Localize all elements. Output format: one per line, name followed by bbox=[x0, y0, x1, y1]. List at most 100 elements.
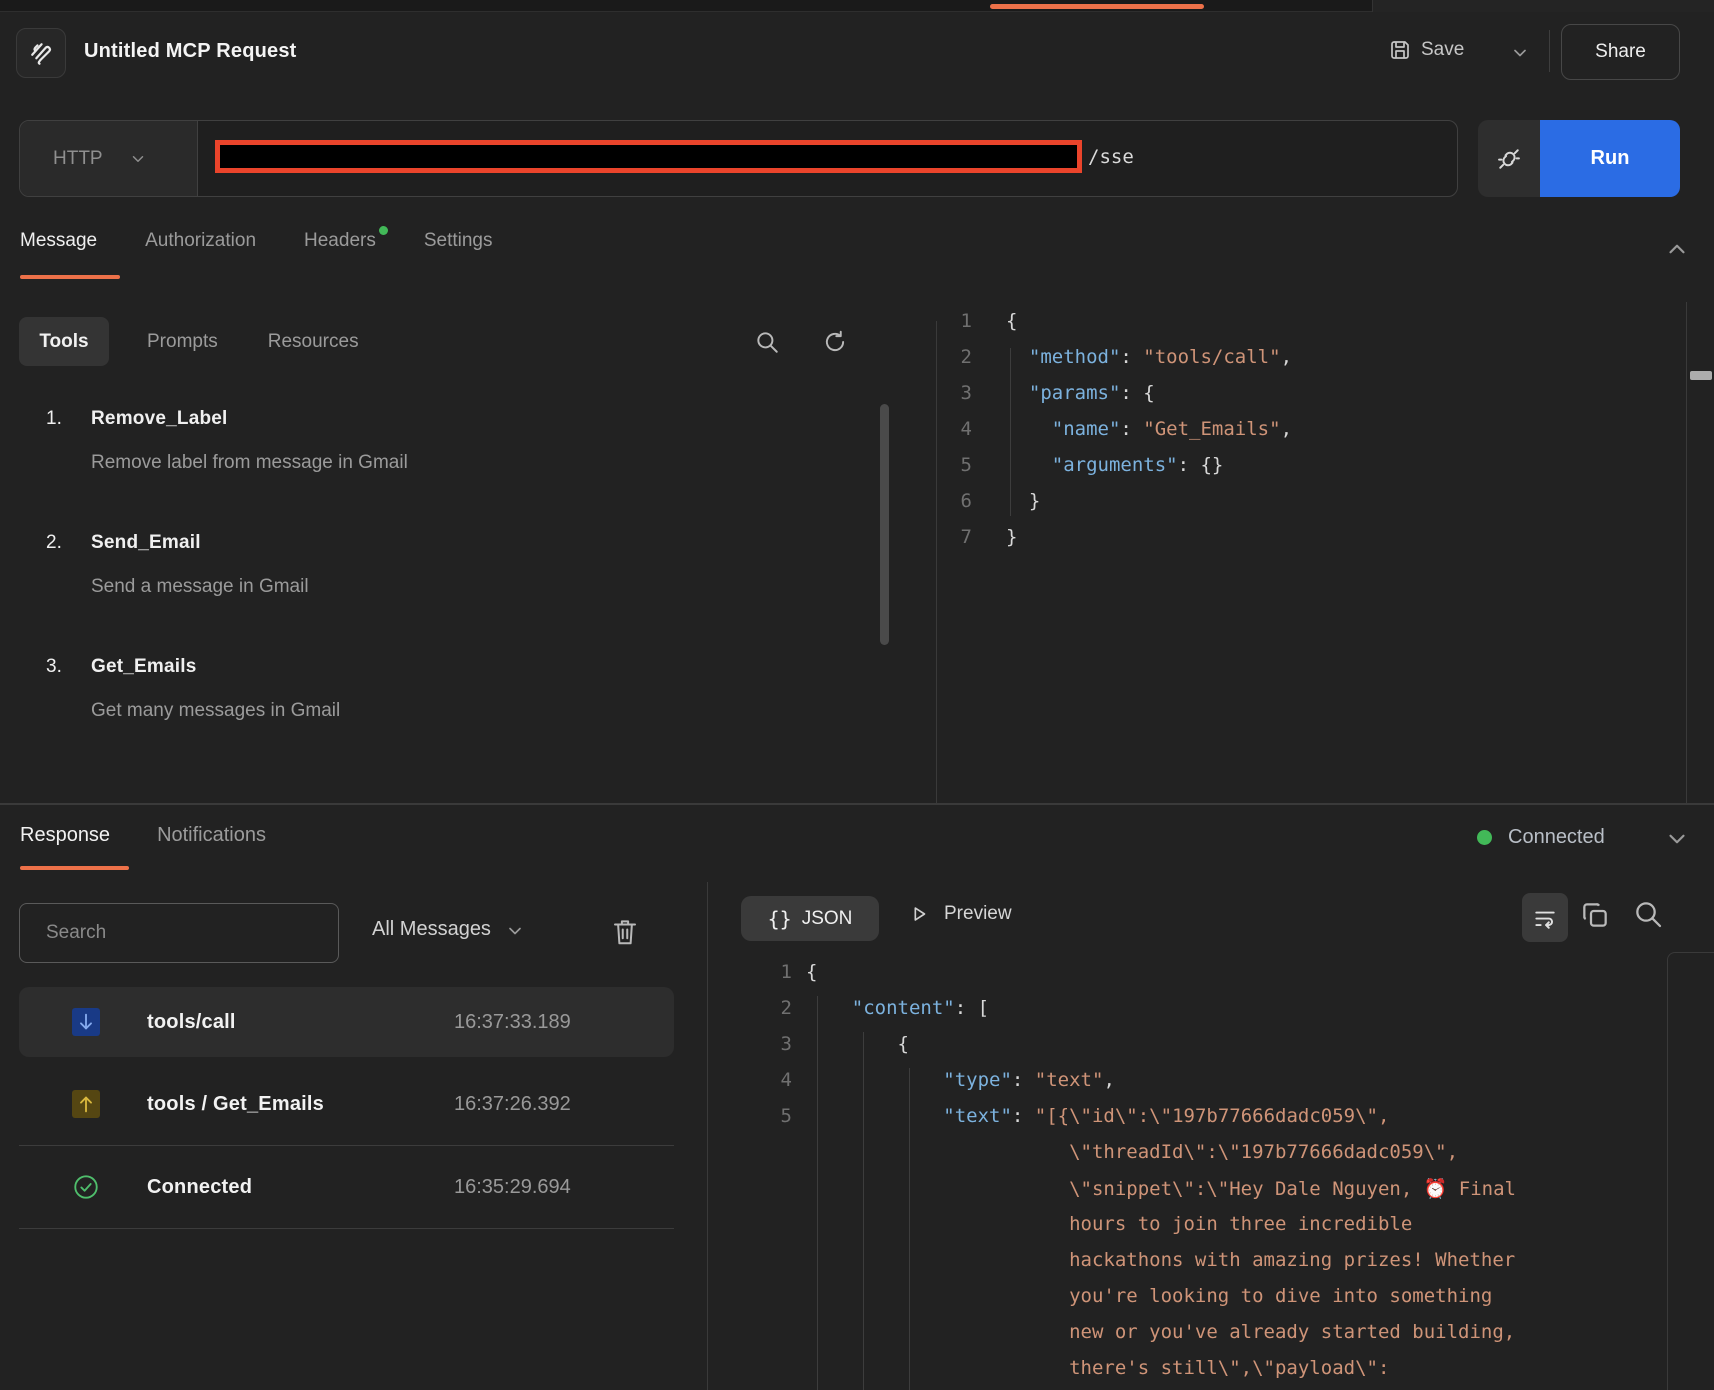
search-icon[interactable] bbox=[1632, 898, 1664, 930]
code-line[interactable]: \"snippet\":\"Hey Dale Nguyen, ⏰ Final bbox=[752, 1170, 1516, 1206]
method-select[interactable]: HTTP bbox=[20, 121, 198, 196]
save-label: Save bbox=[1421, 39, 1464, 61]
code-line[interactable]: there's still\",\"payload\": bbox=[752, 1350, 1516, 1386]
code-line[interactable]: 4"name": "Get_Emails", bbox=[940, 411, 1292, 447]
code-line[interactable]: 3{ bbox=[752, 1026, 1516, 1062]
code-text: there's still\",\"payload\": bbox=[806, 1357, 1389, 1379]
disconnect-button[interactable] bbox=[1478, 120, 1540, 197]
message-divider bbox=[19, 1228, 674, 1229]
code-text: { bbox=[806, 1033, 909, 1055]
tab-settings[interactable]: Settings bbox=[424, 230, 493, 252]
connection-status[interactable]: Connected bbox=[1477, 826, 1605, 849]
line-number: 7 bbox=[940, 526, 972, 548]
connection-chevron-icon[interactable] bbox=[1664, 826, 1690, 852]
save-options-chevron-icon[interactable] bbox=[1510, 43, 1530, 63]
code-line[interactable]: \"threadId\":\"197b77666dadc059\", bbox=[752, 1134, 1516, 1170]
clear-messages-trash-icon[interactable] bbox=[610, 915, 640, 949]
tab-resources[interactable]: Resources bbox=[258, 331, 369, 353]
message-row[interactable]: Connected16:35:29.694 bbox=[19, 1152, 674, 1222]
tab-strip-divider bbox=[1372, 0, 1373, 12]
line-number: 1 bbox=[752, 961, 792, 983]
code-line[interactable]: 1{ bbox=[940, 303, 1292, 339]
line-number: 6 bbox=[940, 490, 972, 512]
code-line[interactable]: 3"params": { bbox=[940, 375, 1292, 411]
messages-filter-dropdown[interactable]: All Messages bbox=[372, 918, 525, 941]
json-view-toggle[interactable]: {} JSON bbox=[741, 896, 879, 941]
code-text: "type": "text", bbox=[806, 1069, 1115, 1091]
connection-status-label: Connected bbox=[1508, 826, 1605, 849]
code-line[interactable]: hackathons with amazing prizes! Whether bbox=[752, 1242, 1516, 1278]
code-text: hours to join three incredible bbox=[806, 1213, 1412, 1235]
tool-list-scrollbar[interactable] bbox=[880, 404, 889, 645]
tool-item[interactable]: 2.Send_EmailSend a message in Gmail bbox=[46, 528, 806, 652]
tab-headers[interactable]: Headers bbox=[304, 230, 376, 252]
tool-item[interactable]: 1.Remove_LabelRemove label from message … bbox=[46, 404, 806, 528]
tab-headers-label: Headers bbox=[304, 230, 376, 251]
preview-label: Preview bbox=[944, 903, 1012, 925]
line-number: 1 bbox=[940, 310, 972, 332]
tool-item[interactable]: 3.Get_EmailsGet many messages in Gmail bbox=[46, 652, 806, 776]
code-line[interactable]: you're looking to dive into something bbox=[752, 1278, 1516, 1314]
save-icon bbox=[1388, 38, 1412, 62]
request-body-editor[interactable]: 1{2"method": "tools/call",3"params": {4"… bbox=[940, 303, 1292, 555]
word-wrap-icon bbox=[1532, 905, 1558, 931]
line-number: 5 bbox=[752, 1105, 792, 1127]
tab-authorization[interactable]: Authorization bbox=[145, 230, 256, 252]
share-button[interactable]: Share bbox=[1561, 24, 1680, 80]
message-timestamp: 16:35:29.694 bbox=[454, 1176, 571, 1199]
url-suffix[interactable]: /sse bbox=[1088, 146, 1134, 168]
active-tab-underline bbox=[20, 275, 120, 279]
editor-scrollbar-thumb[interactable] bbox=[1690, 371, 1712, 380]
line-number: 4 bbox=[752, 1069, 792, 1091]
message-divider bbox=[19, 1145, 674, 1146]
code-line[interactable]: 7} bbox=[940, 519, 1292, 555]
tool-number: 1. bbox=[46, 404, 91, 434]
tab-message[interactable]: Message bbox=[20, 230, 97, 252]
tab-prompts[interactable]: Prompts bbox=[137, 331, 228, 353]
mcp-request-icon bbox=[16, 28, 66, 78]
line-number: 3 bbox=[752, 1033, 792, 1055]
response-tab-bar: Response Notifications bbox=[20, 824, 266, 847]
run-button[interactable]: Run bbox=[1540, 120, 1680, 197]
url-input-redacted[interactable] bbox=[215, 140, 1082, 173]
message-label: tools / Get_Emails bbox=[147, 1093, 324, 1116]
preview-toggle[interactable]: Preview bbox=[908, 903, 1012, 925]
response-scrollbar-track[interactable] bbox=[1667, 952, 1714, 1390]
json-view-label: JSON bbox=[802, 908, 853, 930]
code-line[interactable]: 1{ bbox=[752, 954, 1516, 990]
collapse-section-chevron-icon[interactable] bbox=[1664, 236, 1690, 262]
copy-icon[interactable] bbox=[1579, 899, 1611, 931]
method-label: HTTP bbox=[53, 148, 103, 170]
page-title: Untitled MCP Request bbox=[84, 40, 297, 63]
message-row[interactable]: tools / Get_Emails16:37:26.392 bbox=[19, 1069, 674, 1139]
save-button[interactable]: Save bbox=[1388, 38, 1464, 62]
messages-filter-label: All Messages bbox=[372, 918, 491, 941]
code-text: { bbox=[806, 961, 817, 983]
line-number: 4 bbox=[940, 418, 972, 440]
tab-tools[interactable]: Tools bbox=[19, 317, 109, 366]
code-line[interactable]: 4 "type": "text", bbox=[752, 1062, 1516, 1098]
tab-notifications[interactable]: Notifications bbox=[157, 824, 266, 847]
play-icon bbox=[908, 903, 930, 925]
connected-message-icon bbox=[72, 1173, 100, 1201]
response-body-viewer[interactable]: 1{2"content": [3{4"type": "text",5"text"… bbox=[752, 954, 1516, 1386]
word-wrap-button[interactable] bbox=[1522, 893, 1568, 942]
code-line[interactable]: 5"arguments": {} bbox=[940, 447, 1292, 483]
message-row[interactable]: tools/call16:37:33.189 bbox=[19, 987, 674, 1057]
code-line[interactable]: 2"method": "tools/call", bbox=[940, 339, 1292, 375]
active-request-tab-indicator[interactable] bbox=[990, 4, 1204, 9]
code-line[interactable]: 2"content": [ bbox=[752, 990, 1516, 1026]
refresh-icon[interactable] bbox=[822, 329, 848, 355]
search-icon[interactable] bbox=[754, 329, 780, 355]
search-input[interactable] bbox=[19, 903, 339, 963]
sent-message-icon bbox=[72, 1090, 100, 1118]
code-text: \"threadId\":\"197b77666dadc059\", bbox=[806, 1141, 1458, 1163]
code-line[interactable]: hours to join three incredible bbox=[752, 1206, 1516, 1242]
code-line[interactable]: 5"text": "[{\"id\":\"197b77666dadc059\", bbox=[752, 1098, 1516, 1134]
tool-name: Remove_Label bbox=[91, 404, 228, 434]
code-line[interactable]: new or you've already started building, bbox=[752, 1314, 1516, 1350]
code-text: "content": [ bbox=[806, 997, 989, 1019]
line-number: 3 bbox=[940, 382, 972, 404]
tab-response[interactable]: Response bbox=[20, 824, 110, 847]
code-line[interactable]: 6} bbox=[940, 483, 1292, 519]
